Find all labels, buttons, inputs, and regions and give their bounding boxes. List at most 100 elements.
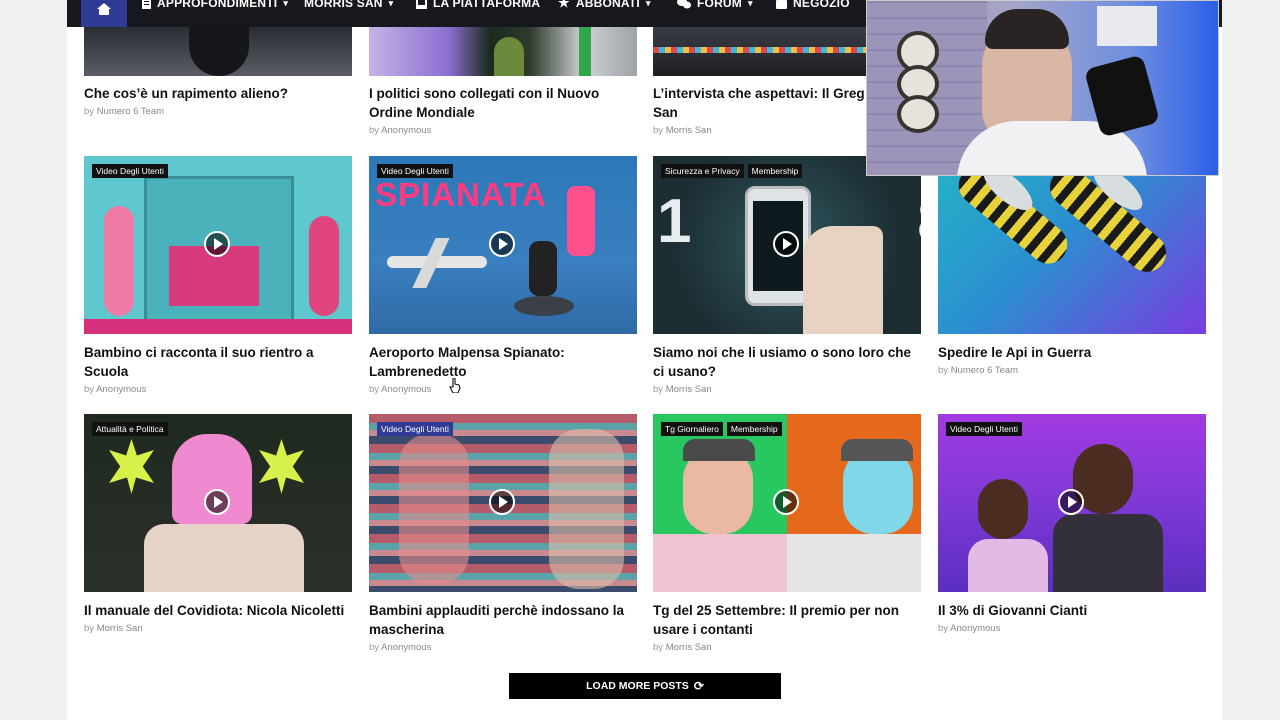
chevron-down-icon: ▾ [748, 0, 753, 8]
post-author[interactable]: Anonymous [381, 384, 431, 395]
post-author[interactable]: Morris San [666, 384, 712, 395]
post-author[interactable]: Anonymous [381, 125, 431, 136]
home-button[interactable] [81, 0, 127, 27]
category-badge[interactable]: Sicurezza e Privacy [661, 164, 744, 178]
play-icon[interactable] [489, 489, 515, 515]
post-author[interactable]: Morris San [666, 642, 712, 653]
play-icon[interactable] [204, 489, 230, 515]
post-thumbnail[interactable]: Attualità e Politica [84, 414, 352, 592]
badge-group: Sicurezza e Privacy Membership [661, 164, 803, 178]
star-icon: ★ [558, 0, 570, 10]
nav-label: ABBONATI [575, 0, 640, 10]
post-author[interactable]: Anonymous [950, 623, 1000, 634]
post-author[interactable]: Morris San [666, 125, 712, 136]
post-title[interactable]: Aeroporto Malpensa Spianato: Lambrenedet… [369, 343, 637, 381]
post-byline: by Anonymous [84, 384, 352, 395]
post-author[interactable]: Anonymous [96, 384, 146, 395]
load-more-label: LOAD MORE POSTS [586, 680, 689, 692]
post-byline: by Anonymous [369, 642, 637, 653]
post-card[interactable]: Video Degli Utenti Il 3% di Giovanni Cia… [938, 414, 1206, 634]
post-card[interactable]: Spedire le Api in Guerra by Numero 6 Tea… [938, 156, 1206, 376]
by-prefix: by [653, 642, 664, 653]
nav-label: NEGOZIO [793, 0, 850, 10]
badge-group: Video Degli Utenti [377, 164, 453, 178]
load-more-button[interactable]: LOAD MORE POSTS ⟳ [509, 673, 781, 699]
nav-item-morris-san[interactable]: MORRIS SAN ▾ [304, 0, 393, 13]
chat-icon [677, 0, 691, 8]
post-title[interactable]: Il manuale del Covidiota: Nicola Nicolet… [84, 601, 352, 620]
book-icon [416, 0, 427, 9]
category-badge[interactable]: Video Degli Utenti [377, 422, 453, 436]
badge-group: Tg Giornaliero Membership [661, 422, 782, 436]
nav-item-negozio[interactable]: NEGOZIO [776, 0, 850, 13]
post-byline: by Numero 6 Team [84, 106, 352, 117]
nav-item-forum[interactable]: FORUM ▾ [677, 0, 753, 13]
post-byline: by Anonymous [369, 384, 637, 395]
post-title[interactable]: Siamo noi che li usiamo o sono loro che … [653, 343, 921, 381]
category-badge[interactable]: Video Degli Utenti [946, 422, 1022, 436]
nav-label: LA PIATTAFORMA [433, 0, 541, 10]
by-prefix: by [369, 642, 380, 653]
post-author[interactable]: Morris San [97, 623, 143, 634]
post-thumbnail[interactable]: Tg Giornaliero Membership [653, 414, 921, 592]
post-thumbnail[interactable]: Video Degli Utenti [369, 414, 637, 592]
by-prefix: by [84, 106, 95, 117]
play-icon[interactable] [1058, 489, 1084, 515]
play-icon[interactable] [773, 489, 799, 515]
post-card[interactable]: Tg Giornaliero Membership Tg del 25 Sett… [653, 414, 921, 653]
nav-item-abbonati[interactable]: ★ ABBONATI ▾ [558, 0, 651, 13]
by-prefix: by [653, 384, 664, 395]
webcam-overlay [866, 0, 1219, 176]
play-icon[interactable] [204, 231, 230, 257]
post-author[interactable]: Numero 6 Team [97, 106, 164, 117]
post-byline: by Anonymous [369, 125, 637, 136]
category-badge[interactable]: Video Degli Utenti [377, 164, 453, 178]
post-author[interactable]: Numero 6 Team [951, 365, 1018, 376]
post-title[interactable]: Bambino ci racconta il suo rientro a Scu… [84, 343, 352, 381]
category-badge[interactable]: Membership [726, 422, 782, 436]
play-icon[interactable] [489, 231, 515, 257]
post-thumbnail[interactable]: Video Degli Utenti [84, 156, 352, 334]
post-title[interactable]: Bambini applauditi perchè indossano la m… [369, 601, 637, 639]
post-title[interactable]: Spedire le Api in Guerra [938, 343, 1206, 362]
refresh-icon: ⟳ [693, 679, 704, 693]
post-title[interactable]: Che cos’è un rapimento alieno? [84, 84, 352, 103]
post-card[interactable]: Attualità e Politica Il manuale del Covi… [84, 414, 352, 634]
post-thumbnail[interactable]: SPIANATA Video Degli Utenti [369, 156, 637, 334]
nav-item-la-piattaforma[interactable]: LA PIATTAFORMA [416, 0, 540, 13]
by-prefix: by [369, 125, 380, 136]
post-byline: by Morris San [84, 623, 352, 634]
post-thumbnail[interactable] [369, 27, 637, 76]
post-byline: by Numero 6 Team [938, 365, 1206, 376]
nav-label: FORUM [697, 0, 742, 10]
post-title[interactable]: Il 3% di Giovanni Cianti [938, 601, 1206, 620]
post-card[interactable]: Video Degli Utenti Bambini applauditi pe… [369, 414, 637, 653]
post-author[interactable]: Anonymous [381, 642, 431, 653]
post-thumbnail[interactable]: 19 84 Sicurezza e Privacy Membership [653, 156, 921, 334]
post-title[interactable]: I politici sono collegati con il Nuovo O… [369, 84, 637, 122]
category-badge[interactable]: Tg Giornaliero [661, 422, 723, 436]
post-card[interactable]: SPIANATA Video Degli Utenti Aeroporto Ma… [369, 156, 637, 395]
category-badge[interactable]: Membership [747, 164, 803, 178]
post-card[interactable]: Che cos’è un rapimento alieno? by Numero… [84, 27, 352, 117]
thumbnail-overlay-text: SPIANATA [375, 176, 547, 213]
by-prefix: by [938, 365, 949, 376]
post-thumbnail[interactable] [84, 27, 352, 76]
chevron-down-icon: ▾ [388, 0, 394, 8]
by-prefix: by [938, 623, 949, 634]
chevron-down-icon: ▾ [283, 0, 289, 8]
post-byline: by Morris San [653, 642, 921, 653]
category-badge[interactable]: Video Degli Utenti [92, 164, 168, 178]
nav-item-approfondimenti[interactable]: APPROFONDIMENTI ▾ [142, 0, 288, 13]
category-badge[interactable]: Attualità e Politica [92, 422, 168, 436]
post-title[interactable]: Tg del 25 Settembre: Il premio per non u… [653, 601, 921, 639]
chevron-down-icon: ▾ [645, 0, 651, 8]
post-thumbnail[interactable]: Video Degli Utenti [938, 414, 1206, 592]
bag-icon [776, 0, 787, 9]
post-card[interactable]: I politici sono collegati con il Nuovo O… [369, 27, 637, 136]
post-card[interactable]: 19 84 Sicurezza e Privacy Membership Sia… [653, 156, 921, 395]
play-icon[interactable] [773, 231, 799, 257]
badge-group: Video Degli Utenti [946, 422, 1022, 436]
post-thumbnail[interactable] [938, 156, 1206, 334]
post-card[interactable]: Video Degli Utenti Bambino ci racconta i… [84, 156, 352, 395]
